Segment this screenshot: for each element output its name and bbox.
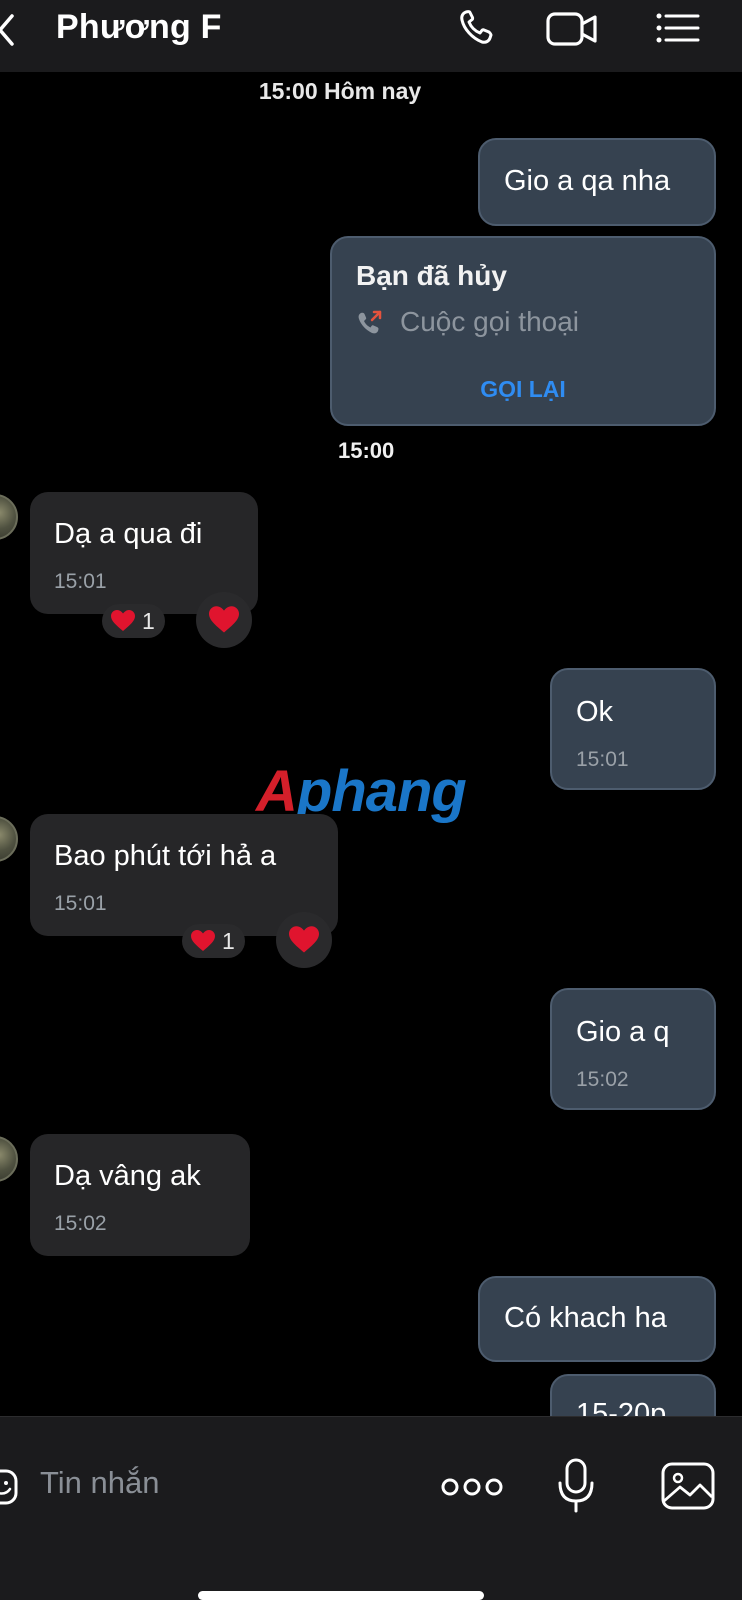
message-bubble-outgoing[interactable]: Có khach ha xyxy=(478,1276,716,1362)
image-icon xyxy=(661,1462,715,1510)
call-back-button[interactable]: GỌI LẠI xyxy=(332,376,714,403)
message-text: Dạ a qua đi xyxy=(54,518,203,550)
more-dots-icon xyxy=(441,1478,503,1496)
message-text: Có khach ha xyxy=(504,1302,667,1334)
call-type-label: Cuộc gọi thoại xyxy=(400,306,580,337)
avatar[interactable] xyxy=(0,1136,18,1182)
message-text: Gio a q xyxy=(576,1016,670,1048)
message-timestamp: 15:00 xyxy=(338,438,395,463)
sticker-button[interactable] xyxy=(0,1467,18,1507)
message-time: 15:01 xyxy=(54,570,107,593)
react-button[interactable] xyxy=(196,592,252,648)
sticker-icon xyxy=(0,1469,18,1505)
message-bubble-outgoing[interactable]: Gio a qa nha xyxy=(478,138,716,226)
avatar[interactable] xyxy=(0,816,18,862)
message-text: Ok xyxy=(576,696,614,728)
message-time: 15:02 xyxy=(576,1068,629,1091)
call-status-title: Bạn đã hủy xyxy=(356,260,507,291)
message-text: Gio a qa nha xyxy=(504,165,671,197)
chat-header: Phương F xyxy=(0,0,742,72)
message-input[interactable]: Tin nhắn xyxy=(40,1465,400,1509)
message-bubble-outgoing[interactable]: Ok 15:01 xyxy=(550,668,716,790)
date-separator: 15:00 Hôm nay xyxy=(258,78,422,104)
avatar[interactable] xyxy=(0,494,18,540)
chevron-left-icon xyxy=(0,14,14,46)
list-menu-icon xyxy=(656,13,700,43)
reaction-count[interactable]: 1 xyxy=(182,924,245,958)
microphone-icon xyxy=(558,1458,594,1513)
message-input-bar: Tin nhắn xyxy=(0,1416,742,1600)
message-time: 15:01 xyxy=(576,748,629,771)
message-bubble-outgoing[interactable]: Gio a q 15:02 xyxy=(550,988,716,1110)
video-camera-icon xyxy=(546,12,597,46)
message-time: 15:01 xyxy=(54,892,107,915)
back-button[interactable] xyxy=(0,10,24,50)
message-text: Dạ vâng ak xyxy=(54,1160,201,1192)
menu-button[interactable] xyxy=(654,6,702,50)
voice-call-button[interactable] xyxy=(454,6,502,50)
contact-name[interactable]: Phương F xyxy=(56,8,222,47)
message-time: 15:02 xyxy=(54,1212,107,1235)
reaction-count-label: 1 xyxy=(142,607,155,634)
heart-icon xyxy=(289,926,319,953)
heart-icon xyxy=(111,610,135,631)
react-button[interactable] xyxy=(276,912,332,968)
reaction-count-label: 1 xyxy=(222,927,235,954)
more-button[interactable] xyxy=(440,1473,504,1501)
message-text: Bao phút tới hả a xyxy=(54,840,277,872)
home-indicator[interactable] xyxy=(198,1591,484,1600)
outgoing-call-icon xyxy=(358,310,382,334)
heart-icon xyxy=(209,606,239,633)
voice-record-button[interactable] xyxy=(556,1457,596,1515)
reaction-count[interactable]: 1 xyxy=(102,604,165,638)
message-bubble-incoming[interactable]: Dạ vâng ak 15:02 xyxy=(30,1134,250,1256)
video-call-button[interactable] xyxy=(544,6,600,50)
heart-icon xyxy=(191,930,215,951)
gallery-button[interactable] xyxy=(660,1461,716,1511)
call-card: Bạn đã hủy Cuộc gọi thoại GỌI LẠI xyxy=(330,236,716,426)
phone-icon xyxy=(460,10,493,44)
